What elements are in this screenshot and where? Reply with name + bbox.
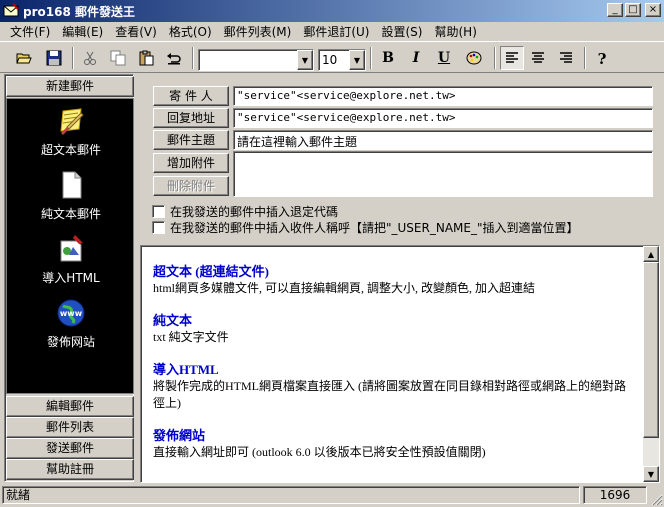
- section-import-html: 導入HTML 將製作完成的HTML網頁檔案直接匯入 (請將圖案放置在同目錄相對路…: [153, 362, 633, 412]
- globe-www-icon: www: [57, 299, 85, 327]
- paste-button[interactable]: [134, 46, 158, 70]
- chevron-down-icon[interactable]: ▼: [297, 50, 313, 70]
- align-right-icon: [560, 52, 572, 63]
- title-bar: pro168 郵件發送王 _ □ ×: [0, 0, 664, 22]
- menu-file[interactable]: 文件(F): [4, 23, 56, 41]
- status-bar: 就緒 1696: [0, 485, 664, 507]
- menu-unsubscribe[interactable]: 郵件退訂(U): [297, 23, 375, 41]
- section-plaintext: 純文本 txt 純文字文件: [153, 313, 633, 346]
- section-description: 直接輸入網址即可 (outlook 6.0 以後版本已將安全性預設值關閉): [153, 445, 486, 459]
- menu-settings[interactable]: 設置(S): [376, 23, 429, 41]
- align-left-icon: [506, 52, 518, 63]
- section-title[interactable]: 純文本: [153, 313, 633, 329]
- help-question-icon: ?: [598, 50, 607, 66]
- bold-button[interactable]: B: [376, 46, 400, 70]
- status-count: 1696: [583, 486, 647, 504]
- resize-grip-icon[interactable]: [650, 493, 663, 506]
- menu-format[interactable]: 格式(O): [163, 23, 218, 41]
- section-hypertext: 超文本 (超連結文件) html網頁多媒體文件, 可以直接編輯網頁, 調整大小,…: [153, 264, 633, 297]
- font-name-select[interactable]: ▼: [198, 49, 314, 71]
- section-title[interactable]: 導入HTML: [153, 362, 633, 378]
- section-publish-website: 發佈網站 直接輸入網址即可 (outlook 6.0 以後版本已將安全性預設值關…: [153, 428, 633, 461]
- edit-mail-button[interactable]: 編輯郵件: [6, 396, 134, 417]
- scroll-down-icon[interactable]: ▼: [643, 466, 659, 482]
- section-description: 將製作完成的HTML網頁檔案直接匯入 (請將圖案放置在同目錄相對路徑或網路上的絕…: [153, 379, 626, 410]
- attachment-list[interactable]: [233, 151, 653, 197]
- subject-field[interactable]: 請在這裡輸入郵件主題: [233, 130, 653, 150]
- subject-label: 郵件主題: [153, 130, 229, 150]
- copy-icon: [110, 50, 126, 66]
- nav-area: 超文本郵件 純文本郵件 導入HTML www 發佈网站: [6, 98, 134, 394]
- help-button[interactable]: ?: [590, 46, 614, 70]
- undo-icon: [167, 53, 181, 65]
- save-button[interactable]: [42, 46, 66, 70]
- reply-address-field[interactable]: "service"<service@explore.net.tw>: [233, 108, 653, 128]
- sender-field[interactable]: "service"<service@explore.net.tw>: [233, 86, 653, 106]
- maximize-button[interactable]: □: [625, 3, 641, 17]
- section-description: html網頁多媒體文件, 可以直接編輯網頁, 調整大小, 改變顏色, 加入超連結: [153, 281, 536, 295]
- add-attachment-button[interactable]: 增加附件: [153, 153, 229, 173]
- menu-bar: 文件(F) 編輯(E) 查看(V) 格式(O) 郵件列表(M) 郵件退訂(U) …: [0, 22, 664, 41]
- align-left-button[interactable]: [500, 46, 524, 70]
- open-button[interactable]: [12, 46, 36, 70]
- mail-list-button[interactable]: 郵件列表: [6, 417, 134, 438]
- notepad-pencil-icon: [60, 108, 84, 135]
- section-title[interactable]: 發佈網站: [153, 428, 633, 444]
- cut-button[interactable]: [78, 46, 102, 70]
- unsubscribe-code-checkbox[interactable]: [152, 205, 165, 218]
- app-icon: [3, 3, 19, 17]
- content-area[interactable]: 超文本 (超連結文件) html網頁多媒體文件, 可以直接編輯網頁, 調整大小,…: [140, 245, 660, 483]
- section-title[interactable]: 超文本 (超連結文件): [153, 264, 633, 280]
- left-panel: 新建郵件 超文本郵件 純文本郵件 導入HTML www 發佈网站 編輯郵件 郵件…: [4, 74, 134, 482]
- align-center-icon: [532, 52, 544, 63]
- clipboard-icon: [139, 50, 154, 66]
- undo-button[interactable]: [162, 46, 186, 70]
- chevron-down-icon[interactable]: ▼: [349, 50, 365, 70]
- color-button[interactable]: [462, 46, 486, 70]
- section-description: txt 純文字文件: [153, 330, 229, 344]
- recipient-name-option[interactable]: 在我發送的郵件中插入收件人稱呼【請把"_USER_NAME_"插入到適當位置】: [152, 219, 578, 236]
- scroll-thumb[interactable]: [643, 262, 659, 438]
- menu-edit[interactable]: 編輯(E): [56, 23, 109, 41]
- font-size-select[interactable]: 10 ▼: [318, 49, 366, 71]
- unsubscribe-code-option[interactable]: 在我發送的郵件中插入退定代碼: [152, 203, 338, 220]
- unsubscribe-code-label: 在我發送的郵件中插入退定代碼: [170, 205, 339, 219]
- svg-text:www: www: [60, 309, 83, 318]
- menu-help[interactable]: 幫助(H): [428, 23, 482, 41]
- nav-publish-website[interactable]: www 發佈网站: [7, 297, 135, 350]
- blank-document-icon: [62, 171, 82, 199]
- open-folder-icon: [16, 53, 32, 64]
- status-text: 就緒: [2, 486, 580, 504]
- minimize-button[interactable]: _: [607, 3, 623, 17]
- scissors-icon: [84, 51, 96, 65]
- reply-address-label: 回复地址: [153, 108, 229, 128]
- copy-button[interactable]: [106, 46, 130, 70]
- svg-text:?: ?: [598, 50, 607, 66]
- floppy-disk-icon: [46, 50, 62, 66]
- nav-import-html[interactable]: 導入HTML: [7, 233, 135, 286]
- import-html-icon: [60, 235, 83, 262]
- send-mail-button[interactable]: 發送郵件: [6, 438, 134, 459]
- underline-button[interactable]: U: [432, 46, 456, 70]
- align-right-button[interactable]: [554, 46, 578, 70]
- nav-hypertext-mail[interactable]: 超文本郵件: [7, 105, 135, 158]
- help-register-button[interactable]: 幫助註冊: [6, 459, 134, 480]
- remove-attachment-button[interactable]: 刪除附件: [153, 176, 229, 196]
- recipient-name-label: 在我發送的郵件中插入收件人稱呼【請把"_USER_NAME_"插入到適當位置】: [170, 221, 579, 235]
- palette-icon: [466, 51, 482, 65]
- scroll-up-icon[interactable]: ▲: [643, 246, 659, 262]
- align-center-button[interactable]: [526, 46, 550, 70]
- vertical-scrollbar[interactable]: ▲ ▼: [643, 246, 659, 482]
- sender-label: 寄 件 人: [153, 86, 229, 106]
- close-button[interactable]: ×: [645, 3, 661, 17]
- menu-view[interactable]: 查看(V): [109, 23, 163, 41]
- recipient-name-checkbox[interactable]: [152, 221, 165, 234]
- menu-mail-list[interactable]: 郵件列表(M): [218, 23, 298, 41]
- italic-button[interactable]: I: [404, 46, 428, 70]
- mail-form: 寄 件 人 "service"<service@explore.net.tw> …: [140, 74, 660, 242]
- nav-plaintext-mail[interactable]: 純文本郵件: [7, 169, 135, 222]
- new-mail-button[interactable]: 新建郵件: [6, 76, 134, 97]
- window-title: pro168 郵件發送王: [23, 4, 135, 19]
- toolbar: ▼ 10 ▼ B I U ?: [0, 41, 664, 73]
